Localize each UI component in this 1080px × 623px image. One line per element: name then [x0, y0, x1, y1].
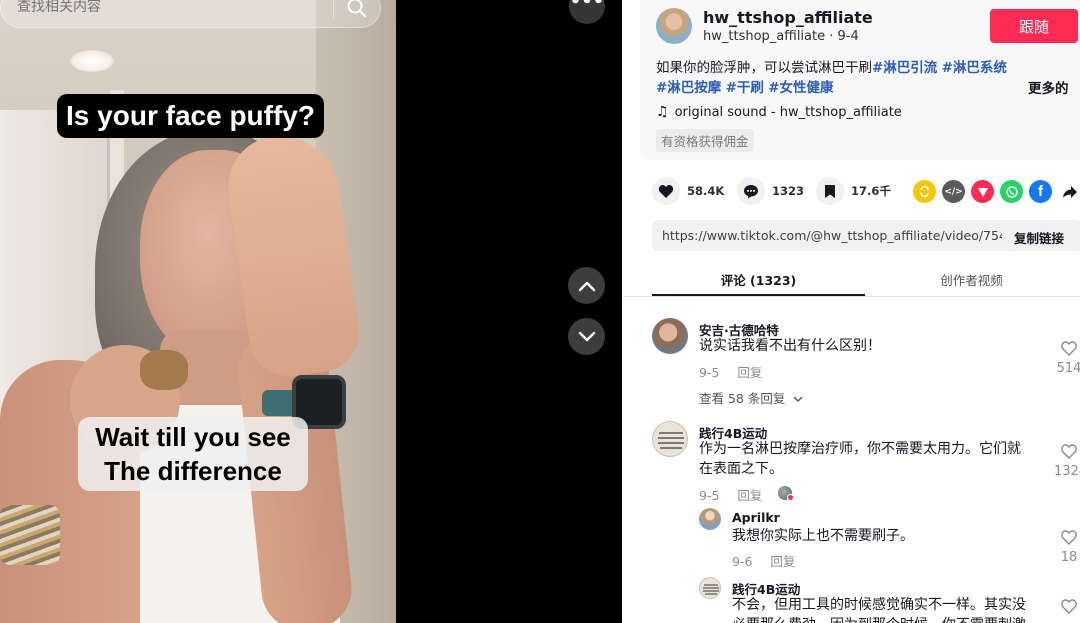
reply-like-count: 18	[1060, 550, 1078, 565]
reply-text-line: 不会，但用工具的时候感觉确实不一样。其实没	[732, 597, 1026, 613]
tiktok-video-page: Is your face puffy? Wait till you see Th…	[0, 0, 1080, 623]
hashtag[interactable]: #淋巴系统	[942, 60, 1007, 76]
expand-description-link[interactable]: 更多的	[1028, 77, 1069, 97]
search-divider	[333, 0, 334, 19]
search-icon[interactable]	[346, 0, 368, 19]
bracelets	[0, 505, 60, 565]
reply-text: 我想你实际上也不需要刷子。	[732, 528, 914, 544]
facebook-icon[interactable]: f	[1029, 180, 1052, 203]
view-replies-button[interactable]: 查看 58 条回复	[699, 388, 803, 407]
author-avatar[interactable]	[656, 8, 692, 44]
comment-text: 说实话我看不出有什么区别！	[699, 338, 881, 354]
video-caption-top: Is your face puffy?	[57, 94, 324, 138]
comment-button[interactable]: 1323	[737, 177, 804, 205]
comment-meta: 9-5 回复	[699, 485, 780, 504]
share-link-bar: https://www.tiktok.com/@hw_ttshop_affili…	[652, 220, 1080, 251]
music-row[interactable]: ♫ original sound - hw_ttshop_affiliate	[656, 104, 902, 120]
comment-date: 9-5	[699, 488, 720, 503]
comment-text-line: 在表面之下。	[699, 461, 783, 477]
author-name[interactable]: hw_ttshop_affiliate	[703, 8, 873, 27]
caption-line-1: Wait till you see	[95, 422, 291, 452]
copy-link-button[interactable]: 复制链接	[1014, 228, 1064, 247]
whatsapp-icon[interactable]	[1000, 180, 1023, 203]
repost-icon[interactable]	[913, 180, 936, 203]
video-pane: Is your face puffy? Wait till you see Th…	[0, 0, 622, 623]
view-replies-label: 查看 58 条回复	[699, 391, 786, 406]
video-url[interactable]: https://www.tiktok.com/@hw_ttshop_affili…	[662, 228, 1002, 243]
reply-button[interactable]: 回复	[770, 554, 795, 569]
comment-date: 9-5	[699, 365, 720, 380]
reply-date: 9-6	[732, 554, 753, 569]
video-caption-bottom: Wait till you see The difference	[78, 417, 308, 491]
caption-line-2: The difference	[104, 456, 282, 486]
comment-like-button[interactable]: 514	[1054, 341, 1080, 376]
post-description: 如果你的脸浮肿，可以尝试淋巴干刷#淋巴引流 #淋巴系统 #淋巴按摩 #干刷 #女…	[656, 58, 1026, 98]
embed-icon[interactable]: </>	[942, 180, 965, 203]
next-video-button[interactable]	[568, 318, 605, 355]
comment-text-line: 作为一名淋巴按摩治疗师，你不需要太用力。它们就	[699, 441, 1021, 457]
search-bar	[0, 0, 381, 28]
heart-outline-icon	[1061, 444, 1077, 459]
bookmark-icon	[816, 177, 844, 205]
reply-text-line: 必要那么费劲，因为到那个时候，你不需要刺激	[732, 615, 1026, 623]
comment-like-count: 1324	[1054, 464, 1080, 479]
video-player[interactable]: Is your face puffy? Wait till you see Th…	[0, 0, 396, 623]
heart-outline-icon	[1061, 599, 1077, 614]
like-button[interactable]: 58.4K	[652, 177, 724, 205]
reply-like-button[interactable]: 18	[1054, 530, 1080, 565]
hashtag[interactable]: #干刷	[726, 80, 764, 96]
send-icon[interactable]	[971, 180, 994, 203]
description-text: 如果你的脸浮肿，可以尝试淋巴干刷	[656, 60, 872, 76]
follow-button[interactable]: 跟随	[990, 9, 1078, 43]
reply-button[interactable]: 回复	[737, 365, 762, 380]
ceiling-light	[70, 50, 114, 72]
commission-badge: 有资格获得佣金	[656, 129, 754, 152]
share-arrow-icon[interactable]	[1058, 180, 1080, 203]
comment-count: 1323	[772, 184, 805, 198]
previous-video-button[interactable]	[568, 267, 605, 304]
creator-liked-heart-icon	[787, 494, 794, 501]
reply-meta: 9-6 回复	[732, 551, 813, 570]
avatar[interactable]	[652, 421, 688, 457]
chevron-down-icon	[793, 396, 803, 402]
more-options-button[interactable]: •••	[569, 0, 605, 24]
comment-like-count: 514	[1056, 361, 1080, 376]
comment-meta: 9-5 回复	[699, 362, 780, 381]
search-input[interactable]	[17, 0, 317, 15]
reply-like-button[interactable]	[1054, 599, 1080, 618]
tab-divider	[622, 296, 1080, 297]
dry-brush-tool	[140, 350, 188, 390]
save-button[interactable]: 17.6千	[816, 177, 891, 205]
avatar[interactable]	[652, 318, 688, 354]
music-title: original sound - hw_ttshop_affiliate	[674, 105, 902, 120]
avatar[interactable]	[699, 508, 721, 530]
reply-button[interactable]: 回复	[737, 488, 762, 503]
tab-comments[interactable]: 评论 (1323)	[652, 270, 865, 289]
details-panel: hw_ttshop_affiliate hw_ttshop_affiliate …	[622, 0, 1080, 623]
avatar[interactable]	[699, 577, 721, 599]
chevron-up-icon	[578, 281, 595, 291]
heart-outline-icon	[1061, 530, 1077, 545]
reply-author[interactable]: Aprilkr	[732, 510, 780, 525]
like-count: 58.4K	[687, 184, 725, 198]
tab-creator-videos[interactable]: 创作者视频	[865, 270, 1078, 289]
hashtag[interactable]: #女性健康	[768, 80, 833, 96]
comment-icon	[737, 177, 765, 205]
hashtag[interactable]: #淋巴引流	[872, 60, 937, 76]
author-subtitle: hw_ttshop_affiliate · 9-4	[703, 29, 859, 44]
heart-outline-icon	[1061, 341, 1077, 356]
hashtag[interactable]: #淋巴按摩	[656, 80, 721, 96]
save-count: 17.6千	[851, 184, 891, 198]
comment-like-button[interactable]: 1324	[1054, 444, 1080, 479]
music-note-icon: ♫	[656, 104, 669, 120]
heart-icon	[652, 177, 680, 205]
chevron-down-icon	[578, 331, 595, 341]
